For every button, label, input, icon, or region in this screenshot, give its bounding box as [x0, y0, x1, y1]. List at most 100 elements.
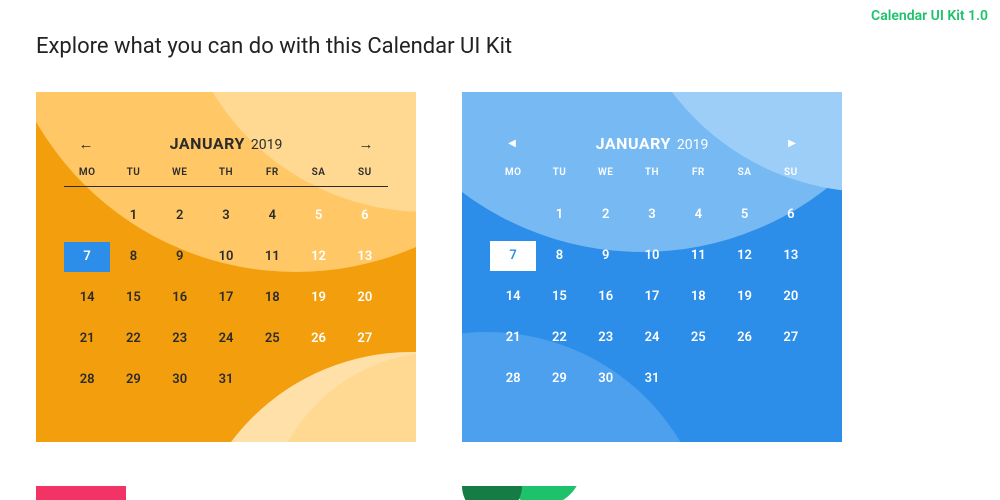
weekday-label: SA — [295, 167, 341, 178]
day-cell[interactable]: 28 — [490, 364, 536, 394]
day-cell[interactable]: 3 — [203, 201, 249, 231]
prev-month-icon[interactable]: ← — [76, 135, 96, 153]
day-cell[interactable]: 14 — [64, 283, 110, 313]
day-cell[interactable]: 13 — [768, 241, 814, 271]
next-month-icon[interactable]: → — [356, 135, 376, 153]
calendar-header: ← JANUARY 2019 → — [64, 134, 388, 167]
days-grid: 0123456789101112131415161718192021222324… — [490, 200, 814, 394]
day-cell[interactable]: 16 — [583, 282, 629, 312]
weekday-label: MO — [490, 167, 536, 178]
day-cell[interactable]: 31 — [629, 364, 675, 394]
day-cell[interactable]: 15 — [536, 282, 582, 312]
calendar-orange: ← JANUARY 2019 → MOTUWETHFRSASU 01234567… — [36, 92, 416, 442]
weekday-label: TU — [110, 167, 156, 178]
day-cell[interactable]: 25 — [249, 324, 295, 354]
calendar-header: ◀ JANUARY 2019 ▶ — [490, 134, 814, 167]
day-cell[interactable]: 29 — [110, 365, 156, 395]
weekday-label: TU — [536, 167, 582, 178]
calendar-title: JANUARY 2019 — [522, 134, 782, 153]
day-cell[interactable]: 30 — [157, 365, 203, 395]
day-cell[interactable]: 23 — [583, 323, 629, 353]
day-cell[interactable]: 2 — [583, 200, 629, 230]
day-cell[interactable]: 22 — [536, 323, 582, 353]
bottom-preview-strip — [36, 486, 842, 500]
day-cell[interactable]: 27 — [342, 324, 388, 354]
day-cell[interactable]: 8 — [110, 242, 156, 272]
calendar-row: ← JANUARY 2019 → MOTUWETHFRSASU 01234567… — [36, 92, 842, 442]
day-cell[interactable]: 5 — [295, 201, 341, 231]
day-cell[interactable]: 6 — [768, 200, 814, 230]
day-cell[interactable]: 11 — [675, 241, 721, 271]
day-cell[interactable]: 4 — [249, 201, 295, 231]
day-cell[interactable]: 14 — [490, 282, 536, 312]
day-cell[interactable]: 15 — [110, 283, 156, 313]
day-cell[interactable]: 18 — [675, 282, 721, 312]
day-cell[interactable]: 28 — [64, 365, 110, 395]
day-cell[interactable]: 11 — [249, 242, 295, 272]
weekday-label: WE — [583, 167, 629, 178]
weekday-row: MOTUWETHFRSASU — [490, 167, 814, 186]
day-cell[interactable]: 19 — [295, 283, 341, 313]
day-cell[interactable]: 19 — [721, 282, 767, 312]
preview-card-green — [462, 486, 842, 500]
day-cell[interactable]: 26 — [721, 323, 767, 353]
page-header: Explore what you can do with this Calend… — [36, 34, 988, 59]
prev-month-icon[interactable]: ◀ — [502, 138, 522, 149]
day-cell[interactable]: 25 — [675, 323, 721, 353]
weekday-label: SU — [768, 167, 814, 178]
weekday-label: SU — [342, 167, 388, 178]
day-cell[interactable]: 13 — [342, 242, 388, 272]
day-cell[interactable]: 1 — [110, 201, 156, 231]
day-cell[interactable]: 29 — [536, 364, 582, 394]
day-cell[interactable]: 24 — [629, 323, 675, 353]
day-cell[interactable]: 12 — [295, 242, 341, 272]
day-cell[interactable]: 3 — [629, 200, 675, 230]
day-cell[interactable]: 17 — [629, 282, 675, 312]
day-cell[interactable]: 31 — [203, 365, 249, 395]
day-cell[interactable]: 1 — [536, 200, 582, 230]
weekday-label: FR — [249, 167, 295, 178]
day-cell[interactable]: 27 — [768, 323, 814, 353]
page-title: Explore what you can do with this Calend… — [36, 34, 512, 59]
calendar-title: JANUARY 2019 — [96, 134, 356, 153]
weekday-label: SA — [721, 167, 767, 178]
preview-card-pink — [36, 486, 416, 500]
day-cell[interactable]: 18 — [249, 283, 295, 313]
day-cell[interactable]: 9 — [583, 241, 629, 271]
weekday-label: WE — [157, 167, 203, 178]
day-cell[interactable]: 24 — [203, 324, 249, 354]
day-cell[interactable]: 30 — [583, 364, 629, 394]
day-cell[interactable]: 6 — [342, 201, 388, 231]
calendar-year: 2019 — [677, 137, 708, 153]
day-cell[interactable]: 8 — [536, 241, 582, 271]
day-cell-selected[interactable]: 7 — [64, 242, 110, 272]
weekday-label: MO — [64, 167, 110, 178]
days-grid: 0123456789101112131415161718192021222324… — [64, 201, 388, 395]
day-cell[interactable]: 2 — [157, 201, 203, 231]
day-cell[interactable]: 20 — [342, 283, 388, 313]
calendar-month: JANUARY — [170, 134, 245, 153]
day-cell[interactable]: 12 — [721, 241, 767, 271]
day-cell[interactable]: 17 — [203, 283, 249, 313]
day-cell[interactable]: 22 — [110, 324, 156, 354]
calendar-blue: ◀ JANUARY 2019 ▶ MOTUWETHFRSASU 01234567… — [462, 92, 842, 442]
calendar-month: JANUARY — [596, 134, 671, 153]
day-cell[interactable]: 5 — [721, 200, 767, 230]
day-cell[interactable]: 10 — [203, 242, 249, 272]
day-cell[interactable]: 21 — [64, 324, 110, 354]
weekday-label: TH — [629, 167, 675, 178]
day-cell[interactable]: 16 — [157, 283, 203, 313]
day-cell[interactable]: 21 — [490, 323, 536, 353]
weekday-row: MOTUWETHFRSASU — [64, 167, 388, 187]
next-month-icon[interactable]: ▶ — [782, 138, 802, 149]
day-cell[interactable]: 9 — [157, 242, 203, 272]
weekday-label: TH — [203, 167, 249, 178]
day-cell-selected[interactable]: 7 — [490, 241, 536, 271]
day-cell[interactable]: 20 — [768, 282, 814, 312]
day-cell[interactable]: 26 — [295, 324, 341, 354]
version-label: Calendar UI Kit 1.0 — [871, 8, 988, 24]
weekday-label: FR — [675, 167, 721, 178]
day-cell[interactable]: 23 — [157, 324, 203, 354]
day-cell[interactable]: 10 — [629, 241, 675, 271]
day-cell[interactable]: 4 — [675, 200, 721, 230]
